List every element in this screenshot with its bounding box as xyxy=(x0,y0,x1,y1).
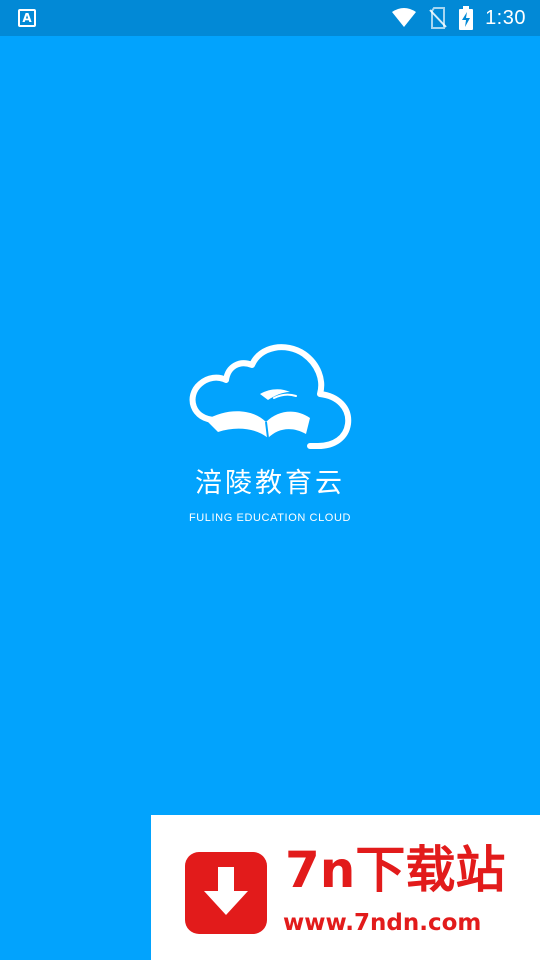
status-bar: A 1:30 xyxy=(0,0,540,36)
wifi-icon xyxy=(392,8,417,27)
download-arrow-icon xyxy=(185,852,267,934)
watermark-url: www.7ndn.com xyxy=(283,910,482,936)
app-title: 涪陵教育云 xyxy=(195,468,345,499)
splash-screen: A 1:30 涪陵教育云 FULING EDUCATION CLOUD 7n下载… xyxy=(0,0,540,960)
cloud-book-icon xyxy=(189,344,352,449)
app-subtitle: FULING EDUCATION CLOUD xyxy=(188,512,352,524)
status-time: 1:30 xyxy=(485,6,526,29)
watermark-banner: 7n下载站 www.7ndn.com xyxy=(151,815,540,960)
app-logo: 涪陵教育云 FULING EDUCATION CLOUD xyxy=(170,338,370,533)
app-a-icon: A xyxy=(18,9,36,27)
battery-charging-icon xyxy=(459,6,474,30)
no-sim-icon xyxy=(429,7,447,29)
watermark-brand: 7n下载站 xyxy=(285,841,506,899)
